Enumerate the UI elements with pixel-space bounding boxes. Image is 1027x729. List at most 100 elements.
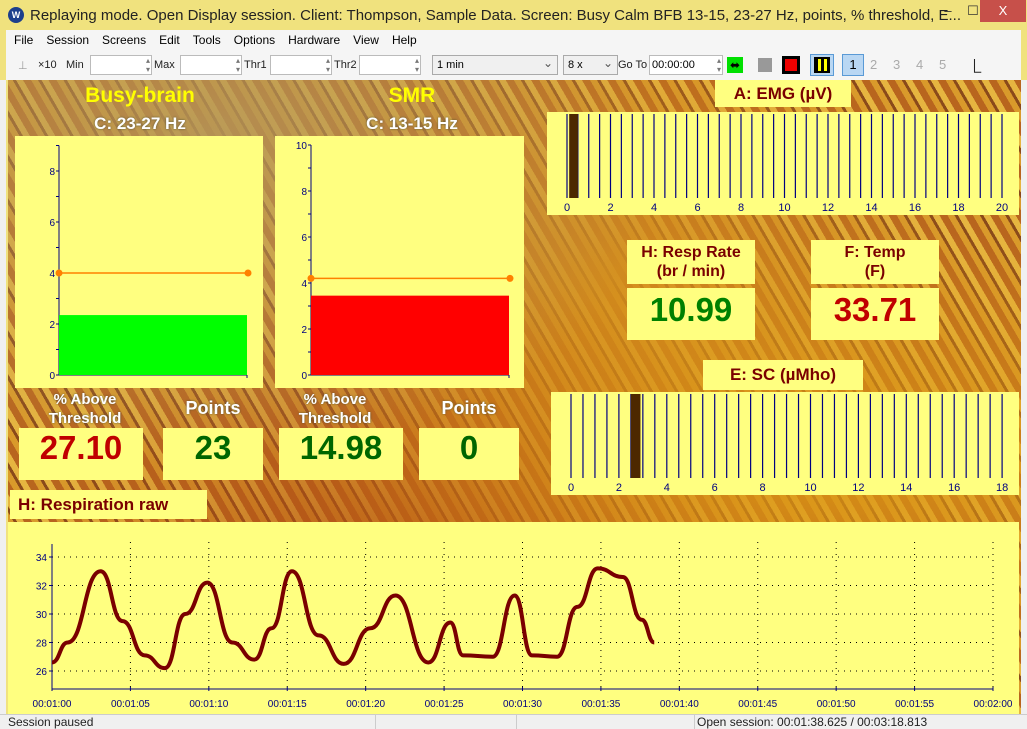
- min-spinner[interactable]: [90, 55, 152, 75]
- step-icon[interactable]: ⎿: [968, 56, 981, 75]
- x-tick-label: 00:01:05: [111, 699, 150, 710]
- menu-file[interactable]: File: [14, 33, 33, 47]
- y-tick-label: 26: [36, 667, 48, 678]
- sc-label: E: SC (µMho): [703, 360, 863, 390]
- minimize-button[interactable]: –: [935, 0, 961, 22]
- menu-tools[interactable]: Tools: [193, 33, 221, 47]
- emg-tick-label: 16: [909, 202, 921, 214]
- x-tick-label: 00:01:00: [33, 699, 72, 710]
- emg-tick-label: 6: [694, 202, 700, 214]
- x10-button[interactable]: ×10: [38, 59, 57, 71]
- sc-tick-label: 14: [900, 482, 912, 494]
- record-button[interactable]: [782, 56, 800, 74]
- session-time: Open session: 00:01:38.625 / 00:03:18.81…: [694, 715, 927, 729]
- sc-tick-label: 18: [996, 482, 1008, 494]
- smr-bar: [311, 295, 509, 375]
- temp-label-line1: F: Temp: [844, 244, 906, 261]
- menu-edit[interactable]: Edit: [159, 33, 180, 47]
- sc-bar-meter: 0 2 4 6 8 10 12 14 16 18: [551, 392, 1019, 495]
- menu-session[interactable]: Session: [46, 33, 89, 47]
- resp-rate-label-line1: H: Resp Rate: [641, 244, 741, 261]
- emg-tick-label: 10: [778, 202, 790, 214]
- menu-hardware[interactable]: Hardware: [288, 33, 340, 47]
- smr-y-tick-label: 0: [301, 371, 307, 382]
- axis-icon[interactable]: ⊥: [18, 59, 28, 72]
- y-tick-label: 28: [36, 639, 48, 650]
- menu-bar: File Session Screens Edit Tools Options …: [0, 30, 1027, 50]
- smr-threshold-handle: [307, 274, 315, 282]
- sc-tick-label: 10: [804, 482, 816, 494]
- close-button[interactable]: X: [980, 0, 1026, 22]
- temp-label: F: Temp (F): [811, 240, 939, 284]
- smr-title: SMR: [388, 84, 436, 107]
- menu-options[interactable]: Options: [234, 33, 275, 47]
- x-tick-label: 00:01:45: [738, 699, 777, 710]
- thr2-spinner[interactable]: [359, 55, 421, 75]
- status-bar: Session paused Open session: 00:01:38.62…: [0, 714, 1027, 729]
- emg-tick-label: 12: [822, 202, 834, 214]
- busy-brain-title: Busy-brain: [85, 84, 195, 107]
- busy-pct-label: % Above Threshold: [48, 391, 122, 427]
- stop-gray-button[interactable]: [758, 58, 772, 72]
- menu-help[interactable]: Help: [392, 33, 417, 47]
- emg-bar-meter: 0 2 4 6 8 10 12 14 16 18 20: [547, 112, 1019, 215]
- min-label: Min: [66, 59, 84, 71]
- emg-tick-label: 2: [607, 202, 613, 214]
- pause-button[interactable]: [810, 54, 834, 76]
- page-1-button[interactable]: 1: [842, 54, 864, 76]
- timespan-select[interactable]: 1 min: [432, 55, 558, 75]
- page-5-button[interactable]: 5: [939, 57, 946, 72]
- smr-points-value: 0: [419, 428, 519, 480]
- temp-label-line2: (F): [864, 263, 886, 280]
- smr-y-tick-label: 2: [301, 325, 307, 336]
- smr-y-tick-label: 10: [296, 141, 308, 152]
- smr-threshold-handle: [506, 274, 514, 282]
- max-spinner[interactable]: [180, 55, 242, 75]
- smr-subtitle: C: 13-15 Hz: [366, 114, 458, 133]
- y-tick-label: 32: [36, 582, 48, 593]
- page-3-button[interactable]: 3: [893, 57, 900, 72]
- busy-y-tick-label: 2: [49, 320, 55, 331]
- speed-select[interactable]: 8 x: [563, 55, 618, 75]
- resp-rate-label-line2: (br / min): [656, 263, 726, 280]
- emg-tick-label: 18: [952, 202, 964, 214]
- smr-y-tick-label: 4: [301, 279, 307, 290]
- busy-points-value: 23: [163, 428, 263, 480]
- page-4-button[interactable]: 4: [916, 57, 923, 72]
- busy-brain-subtitle: C: 23-27 Hz: [94, 114, 186, 133]
- thr2-label: Thr2: [334, 59, 357, 71]
- smr-pct-label: % Above Threshold: [298, 391, 372, 427]
- menu-screens[interactable]: Screens: [102, 33, 146, 47]
- emg-tick-label: 0: [564, 202, 570, 214]
- emg-label: A: EMG (µV): [715, 80, 851, 107]
- smr-y-tick-label: 6: [301, 233, 307, 244]
- emg-level-bar: [569, 114, 578, 198]
- busy-y-tick-label: 0: [49, 371, 55, 382]
- page-2-button[interactable]: 2: [870, 57, 877, 72]
- x-tick-label: 00:01:40: [660, 699, 699, 710]
- sc-tick-label: 2: [616, 482, 622, 494]
- emg-tick-label: 14: [865, 202, 877, 214]
- emg-tick-label: 4: [651, 202, 657, 214]
- busy-threshold-handle: [55, 269, 63, 277]
- menu-view[interactable]: View: [353, 33, 379, 47]
- emg-tick-label: 8: [738, 202, 744, 214]
- sc-tick-label: 4: [664, 482, 670, 494]
- goto-time-input[interactable]: 00:00:00: [649, 55, 723, 75]
- sc-tick-label: 12: [852, 482, 864, 494]
- window-title: Replaying mode. Open Display session. Cl…: [30, 6, 962, 24]
- busy-brain-bar-chart: 0 2 4 6 8: [15, 136, 263, 388]
- x-tick-label: 00:01:30: [503, 699, 542, 710]
- max-label: Max: [154, 59, 175, 71]
- y-tick-label: 30: [36, 610, 48, 621]
- sync-arrows-icon[interactable]: ⬌: [727, 57, 743, 73]
- thr1-spinner[interactable]: [270, 55, 332, 75]
- smr-bar-chart: 0 2 4 6 8 10: [275, 136, 524, 388]
- smr-pct-value: 14.98: [279, 428, 403, 480]
- sc-tick-label: 6: [712, 482, 718, 494]
- toolbar: ⊥ ×10 Min Max Thr1 Thr2 1 min 8 x Go To …: [0, 50, 1027, 80]
- resp-rate-label: H: Resp Rate (br / min): [627, 240, 755, 284]
- x-tick-label: 00:01:50: [817, 699, 856, 710]
- x-tick-label: 00:01:10: [189, 699, 228, 710]
- sc-tick-label: 16: [948, 482, 960, 494]
